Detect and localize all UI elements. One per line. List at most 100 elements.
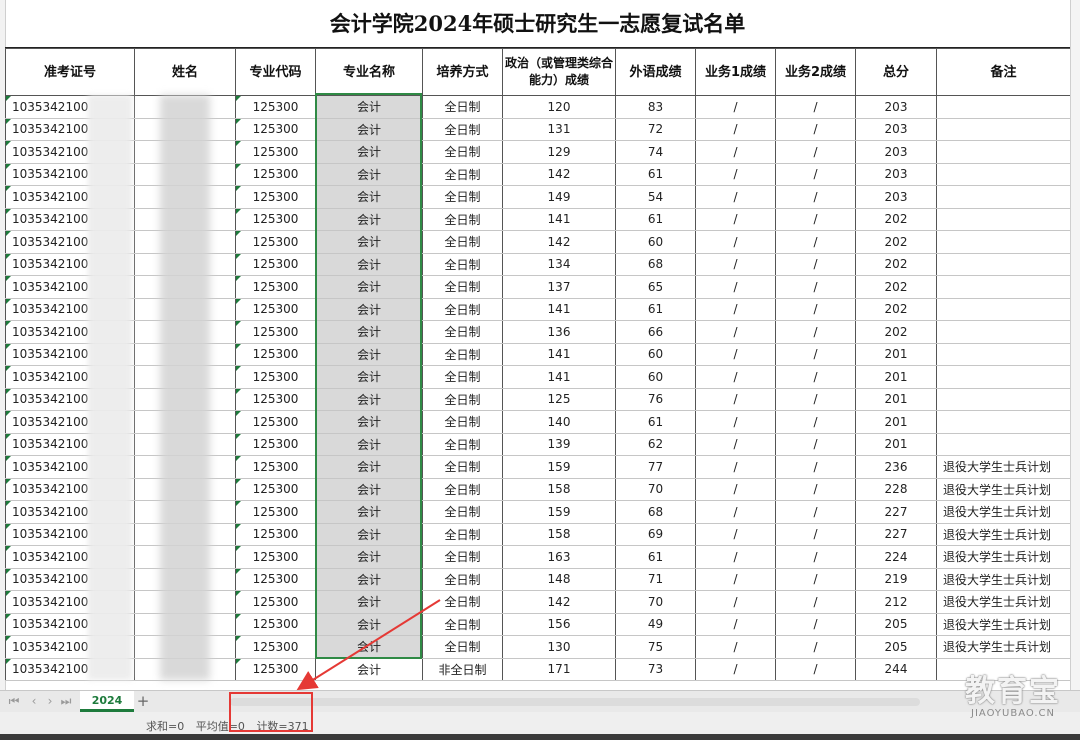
cell-remarks[interactable] — [936, 342, 1071, 366]
cell-remarks[interactable] — [936, 185, 1071, 209]
cell-language-score[interactable]: 73 — [615, 657, 696, 681]
cell-language-score[interactable]: 70 — [615, 590, 696, 614]
cell-subject1-score[interactable]: / — [695, 275, 776, 299]
cell-language-score[interactable]: 68 — [615, 500, 696, 524]
cell-politics-score[interactable]: 141 — [502, 297, 616, 321]
cell-study-mode[interactable]: 全日制 — [422, 275, 503, 299]
cell-subject1-score[interactable]: / — [695, 657, 776, 681]
cell-language-score[interactable]: 61 — [615, 545, 696, 569]
cell-language-score[interactable]: 77 — [615, 455, 696, 479]
cell-politics-score[interactable]: 163 — [502, 545, 616, 569]
cell-politics-score[interactable]: 125 — [502, 387, 616, 411]
cell-subject1-score[interactable]: / — [695, 387, 776, 411]
cell-politics-score[interactable]: 137 — [502, 275, 616, 299]
cell-major-name[interactable]: 会计 — [315, 342, 423, 366]
cell-subject2-score[interactable]: / — [775, 95, 856, 119]
cell-remarks[interactable] — [936, 320, 1071, 344]
header-remarks[interactable]: 备注 — [936, 48, 1071, 96]
cell-major-code[interactable]: 125300 — [235, 410, 316, 434]
cell-study-mode[interactable]: 全日制 — [422, 162, 503, 186]
cell-study-mode[interactable]: 全日制 — [422, 297, 503, 321]
cell-major-code[interactable]: 125300 — [235, 477, 316, 501]
cell-politics-score[interactable]: 134 — [502, 252, 616, 276]
cell-remarks[interactable]: 退役大学生士兵计划 — [936, 545, 1071, 569]
cell-politics-score[interactable]: 149 — [502, 185, 616, 209]
cell-remarks[interactable]: 退役大学生士兵计划 — [936, 590, 1071, 614]
cell-major-name[interactable]: 会计 — [315, 657, 423, 681]
cell-politics-score[interactable]: 140 — [502, 410, 616, 434]
cell-study-mode[interactable]: 全日制 — [422, 522, 503, 546]
cell-study-mode[interactable]: 全日制 — [422, 612, 503, 636]
cell-total-score[interactable]: 203 — [855, 185, 937, 209]
cell-total-score[interactable]: 224 — [855, 545, 937, 569]
cell-total-score[interactable]: 203 — [855, 117, 937, 141]
cell-total-score[interactable]: 201 — [855, 410, 937, 434]
cell-subject1-score[interactable]: / — [695, 342, 776, 366]
cell-politics-score[interactable]: 131 — [502, 117, 616, 141]
cell-subject2-score[interactable]: / — [775, 185, 856, 209]
cell-subject2-score[interactable]: / — [775, 522, 856, 546]
cell-study-mode[interactable]: 全日制 — [422, 140, 503, 164]
cell-language-score[interactable]: 61 — [615, 410, 696, 434]
cell-subject1-score[interactable]: / — [695, 230, 776, 254]
cell-subject2-score[interactable]: / — [775, 500, 856, 524]
cell-subject2-score[interactable]: / — [775, 612, 856, 636]
header-ticket-number[interactable]: 准考证号 — [5, 48, 135, 96]
cell-major-code[interactable]: 125300 — [235, 297, 316, 321]
header-major-name[interactable]: 专业名称 — [315, 48, 423, 96]
cell-major-code[interactable]: 125300 — [235, 657, 316, 681]
cell-politics-score[interactable]: 159 — [502, 500, 616, 524]
cell-subject1-score[interactable]: / — [695, 185, 776, 209]
sheet-tab-2024[interactable]: 2024 — [80, 691, 134, 712]
cell-study-mode[interactable]: 非全日制 — [422, 657, 503, 681]
cell-major-code[interactable]: 125300 — [235, 365, 316, 389]
cell-major-name[interactable]: 会计 — [315, 117, 423, 141]
horizontal-scrollbar[interactable] — [230, 698, 920, 706]
cell-remarks[interactable] — [936, 387, 1071, 411]
cell-major-name[interactable]: 会计 — [315, 297, 423, 321]
cell-language-score[interactable]: 71 — [615, 567, 696, 591]
cell-total-score[interactable]: 201 — [855, 365, 937, 389]
cell-subject2-score[interactable]: / — [775, 635, 856, 659]
header-subject1-score[interactable]: 业务1成绩 — [695, 48, 776, 96]
cell-major-code[interactable]: 125300 — [235, 95, 316, 119]
cell-remarks[interactable] — [936, 275, 1071, 299]
cell-language-score[interactable]: 49 — [615, 612, 696, 636]
cell-major-code[interactable]: 125300 — [235, 207, 316, 231]
cell-study-mode[interactable]: 全日制 — [422, 567, 503, 591]
cell-remarks[interactable] — [936, 657, 1071, 681]
cell-politics-score[interactable]: 158 — [502, 477, 616, 501]
cell-total-score[interactable]: 201 — [855, 387, 937, 411]
cell-total-score[interactable]: 227 — [855, 522, 937, 546]
cell-politics-score[interactable]: 171 — [502, 657, 616, 681]
cell-remarks[interactable] — [936, 252, 1071, 276]
cell-subject1-score[interactable]: / — [695, 545, 776, 569]
cell-major-name[interactable]: 会计 — [315, 185, 423, 209]
cell-total-score[interactable]: 219 — [855, 567, 937, 591]
cell-remarks[interactable] — [936, 117, 1071, 141]
cell-major-code[interactable]: 125300 — [235, 320, 316, 344]
cell-study-mode[interactable]: 全日制 — [422, 590, 503, 614]
cell-politics-score[interactable]: 142 — [502, 590, 616, 614]
cell-subject2-score[interactable]: / — [775, 117, 856, 141]
cell-study-mode[interactable]: 全日制 — [422, 635, 503, 659]
cell-total-score[interactable]: 202 — [855, 297, 937, 321]
cell-politics-score[interactable]: 120 — [502, 95, 616, 119]
cell-subject2-score[interactable]: / — [775, 230, 856, 254]
cell-language-score[interactable]: 60 — [615, 342, 696, 366]
cell-subject1-score[interactable]: / — [695, 297, 776, 321]
cell-major-name[interactable]: 会计 — [315, 635, 423, 659]
cell-study-mode[interactable]: 全日制 — [422, 365, 503, 389]
cell-subject1-score[interactable]: / — [695, 140, 776, 164]
cell-major-name[interactable]: 会计 — [315, 320, 423, 344]
cell-major-code[interactable]: 125300 — [235, 230, 316, 254]
cell-remarks[interactable] — [936, 297, 1071, 321]
cell-remarks[interactable]: 退役大学生士兵计划 — [936, 635, 1071, 659]
cell-subject2-score[interactable]: / — [775, 545, 856, 569]
cell-major-name[interactable]: 会计 — [315, 162, 423, 186]
cell-remarks[interactable]: 退役大学生士兵计划 — [936, 477, 1071, 501]
cell-politics-score[interactable]: 142 — [502, 162, 616, 186]
cell-remarks[interactable]: 退役大学生士兵计划 — [936, 455, 1071, 479]
cell-total-score[interactable]: 201 — [855, 342, 937, 366]
cell-major-code[interactable]: 125300 — [235, 252, 316, 276]
